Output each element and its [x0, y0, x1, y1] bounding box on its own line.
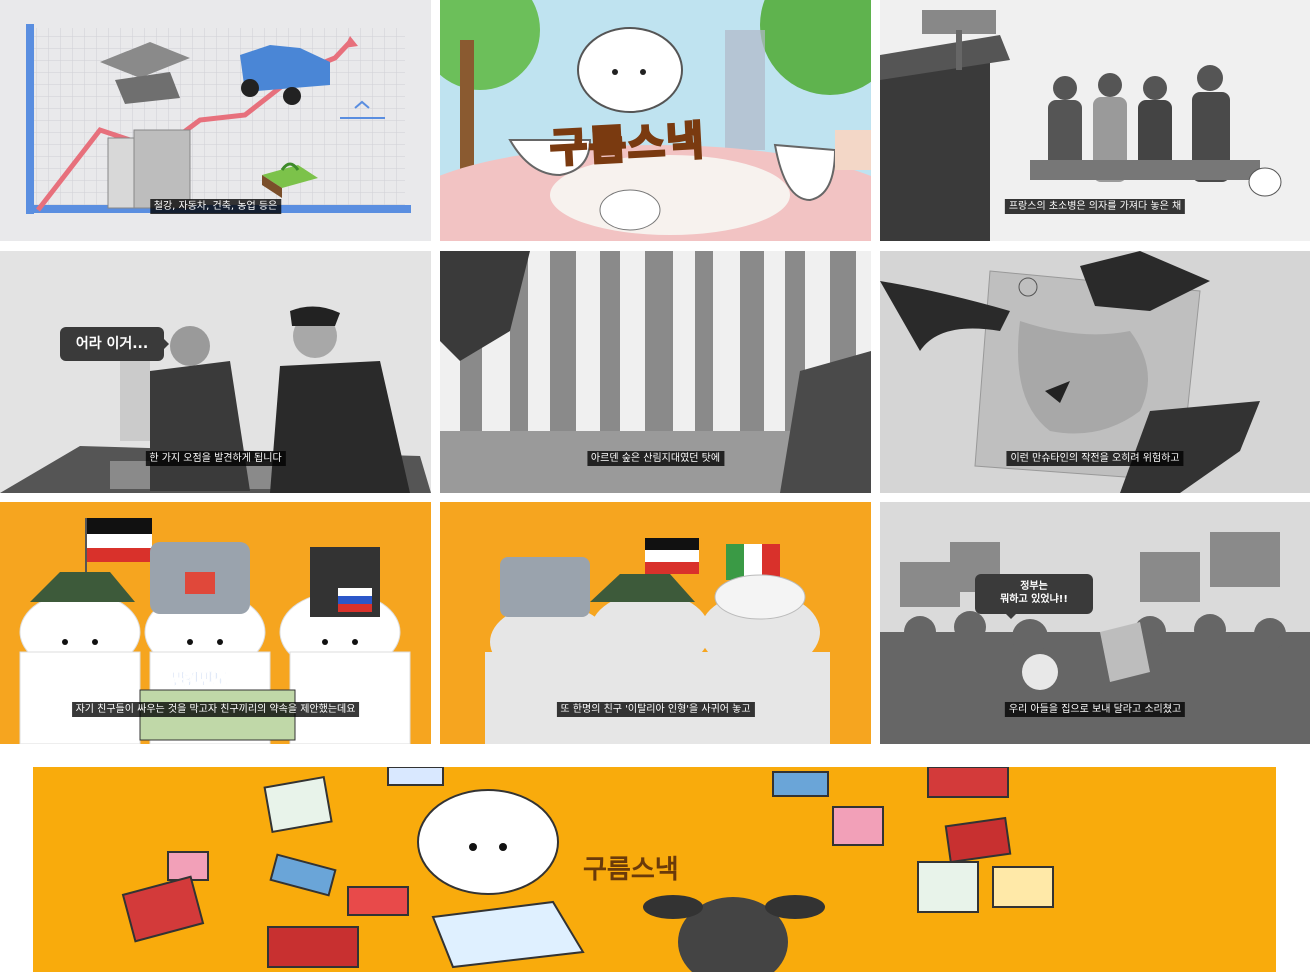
thumbnail-map-hands[interactable]: 이런 만슈타인의 작전을 오히려 위험하고 [880, 251, 1310, 493]
subtitle: 한 가지 오점을 발견하게 됩니다 [145, 451, 286, 466]
thumbnail-economy-chart[interactable]: 철강, 자동차, 건축, 농업 등은 [0, 0, 431, 241]
bubble-line-2: 뭐하고 있었냐!! [1000, 594, 1068, 605]
thumbnail-ardennes-forest[interactable]: 아르덴 숲은 산림지대였던 탓에 [440, 251, 871, 493]
speech-bubble: 어라 이거... [60, 327, 169, 361]
speech-bubble: 정부는뭐하고 있었냐!! [975, 574, 1093, 619]
subtitle: 철강, 자동차, 건축, 농업 등은 [149, 199, 282, 214]
thumbnail-italy-doll[interactable]: 또 한명의 친구 '이탈리아 인형'을 사귀어 놓고 [440, 502, 871, 744]
balkan-label: 발칸반도 [172, 670, 228, 689]
subtitle: 또 한명의 친구 '이탈리아 인형'을 사귀어 놓고 [556, 702, 755, 717]
subtitle: 우리 아들을 집으로 보내 달라고 소리쳤고 [1004, 702, 1186, 717]
subtitle: 자기 친구들이 싸우는 것을 막고자 친구끼리의 약속을 제안했는데요 [71, 702, 360, 717]
subtitle: 아르덴 숲은 산림지대였던 탓에 [586, 451, 725, 466]
thumbnail-three-emperors[interactable]: 발칸반도 자기 친구들이 싸우는 것을 막고자 친구끼리의 약속을 제안했는데요 [0, 502, 431, 744]
bubble-line-1: 정부는 [1020, 581, 1048, 592]
thumbnail-generals-map[interactable]: 어라 이거... 한 가지 오점을 발견하게 됩니다 [0, 251, 431, 493]
subtitle: 프랑스의 초소병은 의자를 가져다 놓은 채 [1004, 199, 1186, 214]
thumbnail-cloudsnack-logo[interactable]: 구름스낵 [440, 0, 871, 241]
cloudsnack-logo-text: 구름스낵 [548, 116, 708, 173]
subtitle: 이런 만슈타인의 작전을 오히려 위험하고 [1006, 451, 1184, 466]
thumbnail-french-soldiers[interactable]: 프랑스의 초소병은 의자를 가져다 놓은 채 [880, 0, 1310, 241]
cloudsnack-logo-text: 구름스낵 [583, 855, 679, 885]
channel-banner[interactable]: 구름스낵 [33, 767, 1276, 972]
thumbnail-protest-crowd[interactable]: 정부는뭐하고 있었냐!! 우리 아들을 집으로 보내 달라고 소리쳤고 [880, 502, 1310, 744]
